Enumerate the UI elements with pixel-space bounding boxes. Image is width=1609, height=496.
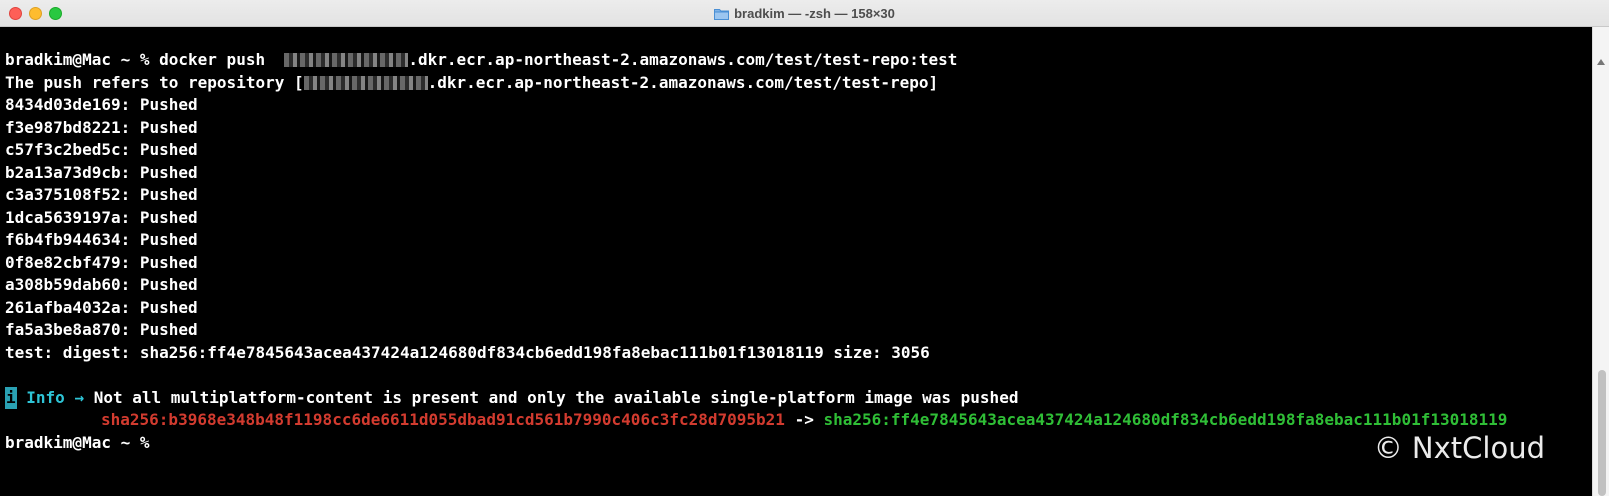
refers-line: The push refers to repository [ .dkr.ecr.… xyxy=(5,72,1592,95)
layer-line: 0f8e82cbf479: Pushed xyxy=(5,252,198,272)
layer-line: c57f3c2bed5c: Pushed xyxy=(5,140,198,159)
scroll-up-arrow-icon[interactable] xyxy=(1597,59,1605,65)
window-title: bradkim — -zsh — 158×30 xyxy=(0,0,1609,27)
sha-to: sha256:ff4e7845643acea437424a124680df834… xyxy=(823,410,1508,429)
push-target: .dkr.ecr.ap-northeast-2.amazonaws.com/te… xyxy=(408,50,958,69)
sha-mapping-line: sha256:b3968e348b48f1198cc6de6611d055dba… xyxy=(5,409,1592,432)
info-text: Not all multiplatform-content is present… xyxy=(93,387,1019,407)
window-title-text: bradkim — -zsh — 158×30 xyxy=(734,6,895,21)
sha-from: sha256:b3968e348b48f1198cc6de6611d055dba… xyxy=(101,410,785,429)
terminal-window: bradkim — -zsh — 158×30 bradkim@Mac ~ % … xyxy=(0,0,1609,496)
layer-line: fa5a3be8a870: Pushed xyxy=(5,320,198,339)
title-bar[interactable]: bradkim — -zsh — 158×30 xyxy=(0,0,1609,27)
layer-line: c3a375108f52: Pushed xyxy=(5,185,198,204)
watermark: © NxtCloud xyxy=(1373,431,1545,465)
vertical-scrollbar[interactable] xyxy=(1592,27,1609,496)
prompt-command: bradkim@Mac ~ % docker push xyxy=(5,50,285,69)
folder-icon xyxy=(714,8,730,20)
layer-line: 8434d03de169: Pushed xyxy=(5,95,198,114)
layer-line: 1dca5639197a: Pushed xyxy=(5,207,198,227)
sha-arrow: -> xyxy=(784,410,824,429)
info-icon: i xyxy=(5,386,17,409)
push-command-line: bradkim@Mac ~ % docker push .dkr.ecr.ap-… xyxy=(5,49,1592,72)
layer-line: f6b4fb944634: Pushed xyxy=(5,230,198,249)
refers-prefix: The push refers to repository [ xyxy=(5,72,304,92)
final-prompt: bradkim@Mac ~ % xyxy=(5,432,160,452)
digest-line: test: digest: sha256:ff4e7845643acea4374… xyxy=(5,342,930,362)
layer-line: a308b59dab60: Pushed xyxy=(5,275,198,294)
terminal-output[interactable]: bradkim@Mac ~ % docker push .dkr.ecr.ap-… xyxy=(0,27,1592,496)
info-line: i Info → Not all multiplatform-content i… xyxy=(5,386,1592,409)
info-label: Info → xyxy=(16,387,94,407)
final-prompt-line[interactable]: bradkim@Mac ~ % xyxy=(5,432,1592,455)
refers-suffix: .dkr.ecr.ap-northeast-2.amazonaws.com/te… xyxy=(427,72,939,92)
layer-line: b2a13a73d9cb: Pushed xyxy=(5,162,198,182)
scrollbar-thumb[interactable] xyxy=(1598,370,1606,496)
layer-line: 261afba4032a: Pushed xyxy=(5,297,198,317)
layer-line: f3e987bd8221: Pushed xyxy=(5,117,198,137)
redacted-account-id xyxy=(284,53,409,67)
redacted-account-id-2 xyxy=(303,75,428,90)
